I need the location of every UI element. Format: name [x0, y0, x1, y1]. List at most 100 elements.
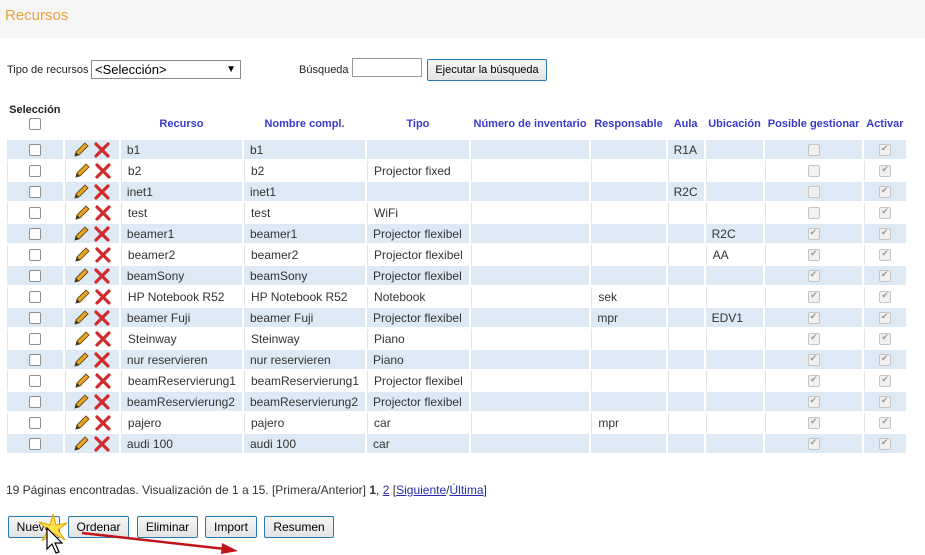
- pencil-icon: [75, 288, 90, 304]
- summary-button[interactable]: Resumen: [264, 516, 334, 538]
- manageable-cell: [765, 350, 862, 371]
- fullname-cell: audi 100: [243, 434, 366, 455]
- search-label: Búsqueda: [299, 64, 349, 76]
- delete-row-button[interactable]: [94, 372, 112, 389]
- next-page-link[interactable]: Siguiente: [396, 483, 446, 497]
- row-select-checkbox[interactable]: [28, 144, 41, 157]
- room-header[interactable]: Aula: [668, 102, 704, 140]
- row-select-checkbox[interactable]: [29, 417, 42, 430]
- active-cell: [863, 350, 906, 371]
- room-cell: R2C: [667, 182, 704, 203]
- responsible-cell: [591, 182, 666, 203]
- manageable-cell: [765, 371, 862, 392]
- fullname-header[interactable]: Nombre compl.: [244, 102, 365, 140]
- edit-button[interactable]: [72, 225, 90, 241]
- edit-button[interactable]: [73, 414, 91, 430]
- location-header[interactable]: Ubicación: [706, 102, 764, 140]
- edit-button[interactable]: [73, 162, 91, 178]
- delete-row-button[interactable]: [93, 267, 111, 284]
- delete-row-button[interactable]: [94, 204, 112, 221]
- resource-type-value: <Selección>: [95, 62, 167, 77]
- edit-button[interactable]: [72, 435, 90, 451]
- edit-button[interactable]: [73, 204, 91, 220]
- red-x-icon: [94, 435, 111, 452]
- edit-button[interactable]: [73, 372, 91, 388]
- row-select-checkbox[interactable]: [29, 165, 42, 178]
- fullname-cell: b1: [243, 140, 366, 161]
- row-select-checkbox[interactable]: [29, 249, 42, 262]
- row-select-checkbox[interactable]: [28, 270, 41, 283]
- manageable-header[interactable]: Posible gestionar: [765, 102, 861, 140]
- row-select-checkbox[interactable]: [28, 186, 41, 199]
- resource-cell: HP Notebook R52: [120, 287, 242, 308]
- room-cell: [667, 266, 704, 287]
- fullname-cell: Steinway: [243, 329, 366, 350]
- inventory-header[interactable]: Número de inventario: [471, 102, 590, 140]
- active-cell: [863, 182, 906, 203]
- responsible-cell: [591, 140, 666, 161]
- pagination: 19 Páginas encontradas. Visualización de…: [6, 483, 487, 497]
- delete-row-button[interactable]: [93, 141, 111, 158]
- row-actions-cell: [64, 392, 119, 413]
- row-select-checkbox[interactable]: [28, 438, 41, 451]
- resource-type-select[interactable]: <Selección> ▼: [91, 60, 241, 79]
- edit-button[interactable]: [72, 393, 90, 409]
- row-select-checkbox[interactable]: [29, 375, 42, 388]
- delete-row-button[interactable]: [94, 246, 112, 263]
- dropdown-arrow-icon: ▼: [226, 64, 236, 75]
- page-2-link[interactable]: 2: [383, 483, 390, 497]
- delete-row-button[interactable]: [93, 183, 111, 200]
- row-actions-cell: [64, 434, 119, 455]
- row-select-cell: [7, 182, 63, 203]
- search-input[interactable]: [352, 58, 422, 77]
- manageable-checkbox: [808, 290, 821, 304]
- resource-cell: inet1: [120, 182, 242, 203]
- resource-cell: beamReservierung2: [120, 392, 242, 413]
- search-button[interactable]: Ejecutar la búsqueda: [427, 59, 547, 81]
- edit-button[interactable]: [72, 351, 90, 367]
- row-select-checkbox[interactable]: [29, 333, 42, 346]
- delete-row-button[interactable]: [94, 162, 112, 179]
- manageable-cell: [765, 245, 862, 266]
- responsible-header[interactable]: Responsable: [591, 102, 665, 140]
- pencil-icon: [74, 141, 89, 157]
- manageable-cell: [765, 308, 862, 329]
- last-page-link[interactable]: Última: [449, 483, 483, 497]
- row-select-checkbox[interactable]: [28, 228, 41, 241]
- red-x-icon: [94, 183, 111, 200]
- row-select-checkbox[interactable]: [28, 312, 41, 325]
- fullname-cell: inet1: [243, 182, 366, 203]
- delete-row-button[interactable]: [94, 414, 112, 431]
- edit-button[interactable]: [73, 288, 91, 304]
- table-row: HP Notebook R52 HP Notebook R52 Notebook se…: [7, 287, 906, 308]
- edit-button[interactable]: [73, 246, 91, 262]
- active-checkbox: [878, 395, 891, 409]
- delete-row-button[interactable]: [93, 309, 111, 326]
- resource-cell: beamer2: [120, 245, 242, 266]
- active-header[interactable]: Activar: [864, 102, 906, 140]
- manageable-cell: [765, 182, 862, 203]
- delete-row-button[interactable]: [94, 330, 112, 347]
- delete-row-button[interactable]: [93, 393, 111, 410]
- type-header[interactable]: Tipo: [367, 102, 469, 140]
- edit-button[interactable]: [72, 267, 90, 283]
- edit-button[interactable]: [73, 330, 91, 346]
- row-select-checkbox[interactable]: [28, 396, 41, 409]
- location-cell: [705, 287, 764, 308]
- row-select-checkbox[interactable]: [28, 354, 41, 367]
- delete-row-button[interactable]: [93, 225, 111, 242]
- row-select-checkbox[interactable]: [29, 291, 42, 304]
- edit-button[interactable]: [72, 183, 90, 199]
- row-select-checkbox[interactable]: [29, 207, 42, 220]
- row-select-cell: [7, 350, 63, 371]
- resource-header[interactable]: Recurso: [121, 102, 242, 140]
- delete-row-button[interactable]: [93, 351, 111, 368]
- row-select-cell: [7, 434, 63, 455]
- delete-row-button[interactable]: [94, 288, 112, 305]
- manageable-cell: [765, 434, 862, 455]
- delete-row-button[interactable]: [93, 435, 111, 452]
- row-select-cell: [7, 161, 63, 182]
- edit-button[interactable]: [72, 309, 90, 325]
- edit-button[interactable]: [72, 141, 90, 157]
- select-all-checkbox[interactable]: [28, 118, 41, 130]
